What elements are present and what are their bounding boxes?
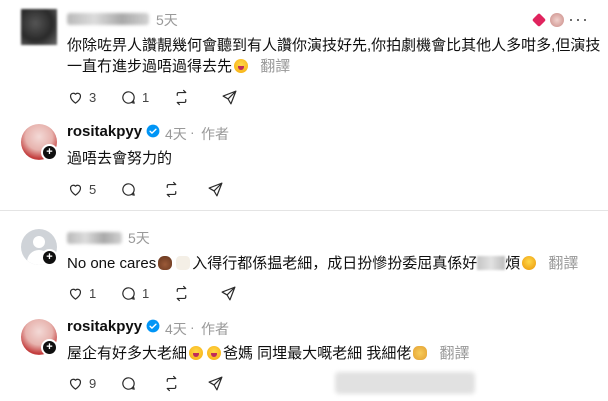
heart-icon (69, 184, 82, 196)
comment-text: No one cares 入得行都係揾老細，成日扮慘扮委屈真係好煩 翻譯 (67, 255, 579, 272)
more-options-icon[interactable]: ··· (568, 9, 589, 30)
author-badge: 作者 (201, 321, 229, 337)
follow-plus-icon[interactable]: + (41, 144, 58, 161)
author-badge: 作者 (201, 126, 229, 142)
like-button[interactable]: 9 (67, 374, 96, 392)
author-mini-avatar (550, 13, 565, 27)
translate-link[interactable]: 翻譯 (260, 58, 290, 75)
send-icon (208, 182, 223, 196)
repost-icon (166, 375, 177, 391)
redacted-username[interactable] (67, 13, 149, 25)
redacted-username[interactable] (67, 232, 122, 244)
translate-link[interactable]: 翻譯 (440, 345, 470, 362)
follow-plus-icon[interactable]: + (41, 339, 58, 356)
author-username[interactable]: rositakpyy (67, 318, 142, 335)
comment-bubble-icon (122, 376, 135, 390)
reply-button[interactable]: 1 (120, 284, 149, 302)
repost-button[interactable] (163, 180, 180, 198)
redacted-word (477, 256, 506, 270)
laughing-emoji-icon (207, 346, 222, 360)
like-button[interactable]: 5 (67, 180, 96, 198)
like-count: 5 (89, 181, 97, 197)
translate-link[interactable]: 翻譯 (548, 255, 578, 272)
crying-emoji-icon (522, 256, 537, 270)
comment-text: 屋企有好多大老細 爸媽 同埋最大嘅老細 我細佬 翻譯 (67, 345, 470, 362)
share-button[interactable] (207, 374, 224, 392)
heart-icon (69, 92, 82, 104)
comment-bubble-icon (122, 286, 135, 300)
reply-button[interactable]: 1 (120, 88, 149, 106)
poop-emoji-icon (158, 256, 173, 270)
send-icon (221, 286, 236, 300)
like-count: 3 (89, 89, 97, 105)
send-icon (208, 376, 223, 390)
share-button[interactable] (220, 284, 237, 302)
liked-by-author-indicator (531, 12, 565, 30)
laughing-emoji-icon (189, 346, 204, 360)
laughing-emoji-icon (234, 59, 249, 73)
heart-icon (531, 12, 547, 28)
author-username[interactable]: rositakpyy (67, 123, 142, 140)
verified-badge-icon (146, 124, 160, 138)
commenter-avatar[interactable] (21, 9, 57, 45)
comment-time: 5天 (128, 230, 150, 246)
reply-button[interactable] (120, 374, 137, 392)
reply-count: 1 (142, 89, 150, 105)
repost-button[interactable] (163, 374, 180, 392)
comment-time: 4天 (165, 321, 187, 337)
praying-hands-emoji-icon (176, 256, 191, 270)
send-icon (222, 90, 237, 104)
comment-text-line-2: 一直冇進步過唔過得去先 翻譯 (67, 58, 291, 75)
hand-emoji-icon (413, 346, 428, 360)
like-count: 1 (89, 285, 97, 301)
share-button[interactable] (221, 88, 238, 106)
reply-count: 1 (142, 285, 150, 301)
comment-time: 4天 (165, 126, 187, 142)
blurred-watermark (335, 372, 475, 394)
comment-text: 過唔去會努力的 (67, 150, 173, 167)
repost-button[interactable] (173, 88, 190, 106)
reply-button[interactable] (120, 180, 137, 198)
like-count: 9 (89, 375, 97, 391)
verified-badge-icon (146, 319, 160, 333)
repost-icon (166, 181, 177, 197)
comment-text-line-1: 你除咗畀人讚靚幾何會聽到有人讚你演技好先,你拍劇機會比其他人多咁多,但演技 (67, 37, 601, 54)
heart-icon (69, 378, 82, 390)
thread-divider (0, 210, 608, 211)
comment-time: 5天 (156, 12, 178, 28)
repost-button[interactable] (173, 284, 190, 302)
repost-icon (176, 89, 187, 105)
follow-plus-icon[interactable]: + (41, 249, 58, 266)
comment-bubble-icon (122, 90, 135, 104)
share-button[interactable] (207, 180, 224, 198)
like-button[interactable]: 1 (67, 284, 96, 302)
repost-icon (176, 285, 187, 301)
heart-icon (69, 288, 82, 300)
like-button[interactable]: 3 (67, 88, 96, 106)
comment-bubble-icon (122, 182, 135, 196)
